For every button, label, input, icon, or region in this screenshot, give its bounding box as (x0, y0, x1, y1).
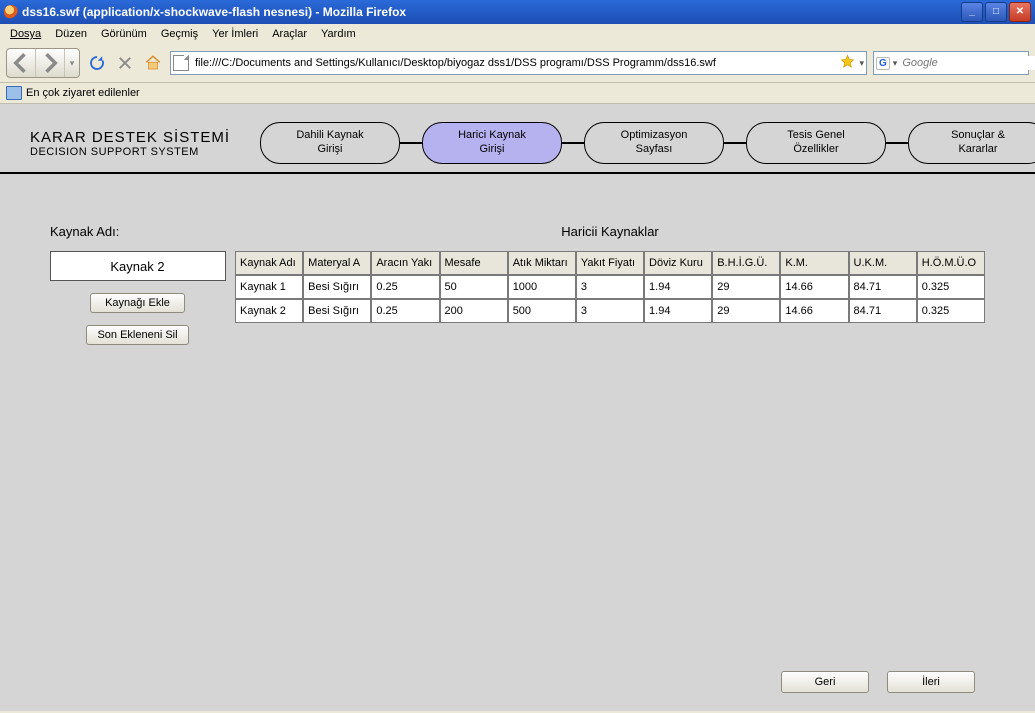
back-forward-group: ▾ (6, 48, 80, 78)
back-nav-button[interactable]: Geri (781, 671, 869, 693)
cell: 29 (712, 299, 780, 323)
address-bar[interactable]: ▾ (170, 51, 867, 75)
step-2[interactable]: OptimizasyonSayfası (584, 122, 724, 164)
cell: 0.25 (371, 299, 439, 323)
cell: Besi Sığırı (303, 299, 371, 323)
cell: 3 (576, 275, 644, 299)
forward-button[interactable] (36, 49, 65, 77)
search-input[interactable] (900, 56, 1035, 70)
window-titlebar: dss16.swf (application/x-shockwave-flash… (0, 0, 1035, 24)
menu-edit[interactable]: Düzen (49, 26, 93, 42)
step-0[interactable]: Dahili KaynakGirişi (260, 122, 400, 164)
col-header-6[interactable]: Döviz Kuru (644, 251, 712, 275)
home-button[interactable] (142, 52, 164, 74)
app-title: KARAR DESTEK SİSTEMİ DECISION SUPPORT SY… (30, 129, 260, 158)
col-header-3[interactable]: Mesafe (440, 251, 508, 275)
app-title-line1: KARAR DESTEK SİSTEMİ (30, 129, 260, 146)
cell: 500 (508, 299, 576, 323)
sources-table: Kaynak AdıMateryal AAracın YakıMesafeAtı… (235, 251, 985, 323)
cell: 0.325 (917, 299, 985, 323)
stop-button[interactable] (114, 52, 136, 74)
menu-history[interactable]: Geçmiş (155, 26, 204, 42)
cell: 29 (712, 275, 780, 299)
bookmarks-toolbar: En çok ziyaret edilenler (0, 83, 1035, 104)
source-name-label: Kaynak Adı: (50, 224, 119, 239)
cell: Besi Sığırı (303, 275, 371, 299)
step-connector (724, 142, 746, 144)
cell: 3 (576, 299, 644, 323)
firefox-icon (4, 5, 18, 19)
col-header-2[interactable]: Aracın Yakı (371, 251, 439, 275)
source-name-input[interactable] (50, 251, 226, 281)
nav-toolbar: ▾ ▾ G ▾ (0, 44, 1035, 83)
col-header-1[interactable]: Materyal A (303, 251, 371, 275)
cell: 0.25 (371, 275, 439, 299)
menu-file[interactable]: Dosya (4, 26, 47, 42)
menubar: Dosya Düzen Görünüm Geçmiş Yer İmleri Ar… (0, 24, 1035, 44)
cell: 14.66 (780, 299, 848, 323)
table-row[interactable]: Kaynak 2Besi Sığırı0.2520050031.942914.6… (235, 299, 985, 323)
step-connector (886, 142, 908, 144)
flash-content: KARAR DESTEK SİSTEMİ DECISION SUPPORT SY… (0, 104, 1035, 711)
window-title: dss16.swf (application/x-shockwave-flash… (22, 5, 406, 19)
most-visited-icon (6, 86, 22, 100)
google-g-icon: G (876, 57, 890, 70)
search-engine-dropdown-icon[interactable]: ▾ (893, 58, 898, 69)
add-source-button[interactable]: Kaynağı Ekle (90, 293, 185, 313)
back-button[interactable] (7, 49, 36, 77)
cell: 200 (440, 299, 508, 323)
table-title: Haricii Kaynaklar (235, 224, 985, 239)
most-visited-link[interactable]: En çok ziyaret edilenler (26, 87, 140, 99)
step-nav: Dahili KaynakGirişi Harici KaynakGirişi Op… (260, 122, 1035, 164)
cell: 0.325 (917, 275, 985, 299)
menu-bookmarks[interactable]: Yer İmleri (206, 26, 264, 42)
history-dropdown-icon[interactable]: ▾ (65, 49, 79, 77)
col-header-8[interactable]: K.M. (780, 251, 848, 275)
url-input[interactable] (193, 56, 836, 70)
col-header-5[interactable]: Yakıt Fiyatı (576, 251, 644, 275)
delete-last-button[interactable]: Son Ekleneni Sil (86, 325, 188, 345)
search-box[interactable]: G ▾ (873, 51, 1029, 75)
col-header-9[interactable]: U.K.M. (849, 251, 917, 275)
table-row[interactable]: Kaynak 1Besi Sığırı0.2550100031.942914.6… (235, 275, 985, 299)
close-button[interactable]: ✕ (1009, 2, 1031, 22)
cell: 84.71 (849, 275, 917, 299)
cell: Kaynak 1 (235, 275, 303, 299)
step-connector (562, 142, 584, 144)
menu-help[interactable]: Yardım (315, 26, 362, 42)
bookmark-star-icon[interactable] (840, 54, 855, 72)
cell: Kaynak 2 (235, 299, 303, 323)
page-icon (173, 55, 189, 71)
step-4[interactable]: Sonuçlar &Kararlar (908, 122, 1035, 164)
menu-view[interactable]: Görünüm (95, 26, 153, 42)
col-header-0[interactable]: Kaynak Adı (235, 251, 303, 275)
col-header-4[interactable]: Atık Miktarı (508, 251, 576, 275)
col-header-10[interactable]: H.Ö.M.Ü.O (917, 251, 985, 275)
maximize-button[interactable]: □ (985, 2, 1007, 22)
app-title-line2: DECISION SUPPORT SYSTEM (30, 146, 260, 158)
reload-button[interactable] (86, 52, 108, 74)
address-dropdown-icon[interactable]: ▾ (859, 58, 864, 69)
col-header-7[interactable]: B.H.İ.G.Ü. (712, 251, 780, 275)
cell: 84.71 (849, 299, 917, 323)
step-3[interactable]: Tesis GenelÖzellikler (746, 122, 886, 164)
minimize-button[interactable]: _ (961, 2, 983, 22)
cell: 14.66 (780, 275, 848, 299)
step-1[interactable]: Harici KaynakGirişi (422, 122, 562, 164)
cell: 1000 (508, 275, 576, 299)
cell: 1.94 (644, 275, 712, 299)
next-nav-button[interactable]: İleri (887, 671, 975, 693)
cell: 1.94 (644, 299, 712, 323)
divider (0, 172, 1035, 174)
step-connector (400, 142, 422, 144)
cell: 50 (440, 275, 508, 299)
menu-tools[interactable]: Araçlar (266, 26, 313, 42)
